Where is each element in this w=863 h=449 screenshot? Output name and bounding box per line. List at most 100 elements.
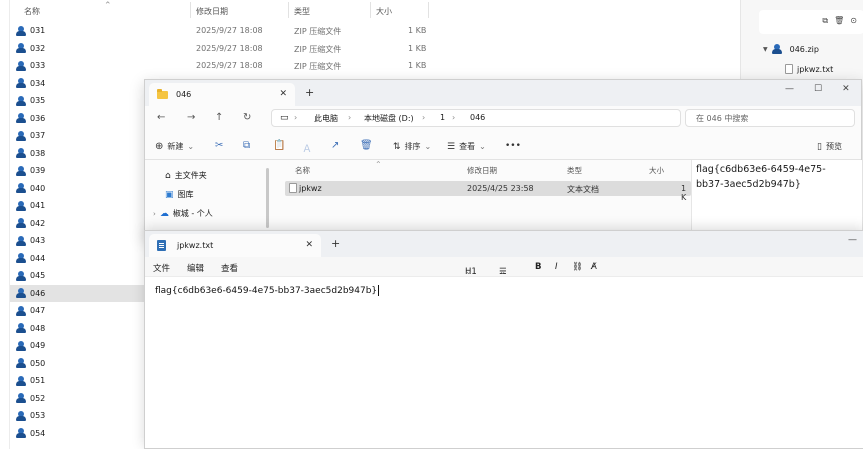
list-item[interactable]: 036 (10, 110, 145, 128)
tab-046[interactable]: 046 ✕ (149, 83, 295, 106)
user-folder-icon (16, 43, 26, 54)
chevron-right-icon[interactable]: › (153, 210, 156, 218)
list-item[interactable]: 040 (10, 180, 145, 198)
italic-button[interactable]: I (555, 262, 558, 272)
delete-icon[interactable]: 🗑 (834, 16, 844, 26)
breadcrumb-drive[interactable]: 本地磁盘 (D:) (364, 113, 414, 124)
list-item[interactable]: 052 (10, 390, 145, 408)
nav-home[interactable]: ⌂ 主文件夹 (165, 170, 207, 181)
back-icon[interactable]: ← (157, 112, 165, 123)
expand-caret-icon[interactable]: ▼ (763, 46, 768, 53)
copy-icon[interactable]: ⧉ (822, 16, 828, 26)
sort-caret-icon: ⌃ (375, 160, 382, 169)
user-folder-icon (16, 270, 26, 281)
maximize-icon[interactable]: ☐ (814, 84, 822, 94)
link-icon[interactable]: ⛓ (572, 262, 583, 272)
list-item-selected[interactable]: 046 (10, 284, 145, 302)
list-item[interactable]: 054 (10, 425, 145, 443)
new-button[interactable]: ⊕ 新建 ⌄ (155, 141, 194, 152)
list-item[interactable]: 051 (10, 372, 145, 390)
file-row-jpkwz[interactable]: jpkwz 2025/4/25 23:58 文本文档 1 K (285, 181, 691, 202)
tab-jpkwz-txt[interactable]: jpkwz.txt ✕ (149, 234, 321, 257)
chevron-right-icon: › (452, 113, 456, 122)
sort-button[interactable]: ⇅ 排序 ⌄ (393, 141, 431, 152)
scrollbar[interactable] (266, 168, 269, 228)
chevron-down-icon: ⌄ (424, 142, 432, 151)
chevron-down-icon: ⌄ (187, 142, 195, 151)
search-input[interactable]: 在 046 中搜索 (685, 109, 855, 127)
close-icon[interactable]: ✕ (305, 240, 313, 250)
text-caret (378, 285, 380, 296)
header-name[interactable]: 名称 (295, 165, 310, 176)
list-item[interactable]: 049 (10, 337, 145, 355)
header-size[interactable]: 大小 (649, 165, 664, 176)
breadcrumb-046[interactable]: 046 (470, 113, 485, 122)
list-item[interactable]: 031 (10, 22, 145, 40)
list-item[interactable]: 039 (10, 162, 145, 180)
paste-icon[interactable]: 📋 (273, 140, 285, 151)
gallery-icon: ▣ (165, 189, 174, 200)
list-item[interactable]: 034 (10, 75, 145, 93)
list-item[interactable]: 053 (10, 407, 145, 425)
new-tab-button[interactable]: + (331, 237, 340, 250)
list-item[interactable]: 045 (10, 267, 145, 285)
close-window-icon[interactable]: ✕ (842, 84, 850, 94)
header-type[interactable]: 类型 (567, 165, 582, 176)
up-icon[interactable]: ↑ (215, 112, 223, 123)
list-item[interactable]: 038 (10, 145, 145, 163)
user-folder-icon (16, 148, 26, 159)
plus-circle-icon: ⊕ (155, 141, 164, 152)
bg-header-date[interactable]: 修改日期 (196, 6, 228, 17)
nav-onedrive[interactable]: › ☁ 椒城 - 个人 (153, 208, 213, 219)
trash-icon[interactable]: 🗑 (360, 140, 373, 151)
tree-file-item[interactable]: jpkwz.txt (785, 64, 833, 74)
header-date[interactable]: 修改日期 (467, 165, 497, 176)
list-item[interactable]: 050 (10, 355, 145, 373)
left-edge (0, 0, 10, 449)
list-item[interactable]: 048 (10, 320, 145, 338)
minimize-icon[interactable]: — (848, 235, 857, 245)
close-icon[interactable]: ✕ (279, 89, 287, 99)
clear-format-icon[interactable]: A̸ (591, 262, 597, 272)
text-editor[interactable]: flag{c6db63e6-6459-4e75-bb37-3aec5d2b947… (155, 285, 380, 296)
bg-header-size[interactable]: 大小 (376, 6, 392, 17)
view-button[interactable]: ☰ 查看 ⌄ (447, 141, 486, 152)
list-item[interactable]: 032 (10, 40, 145, 58)
breadcrumb-this-pc[interactable]: 此电脑 (314, 113, 338, 124)
list-item[interactable]: 035 (10, 92, 145, 110)
preview-pane: flag{c6db63e6-6459-4e75- bb37-3aec5d2b94… (691, 160, 862, 240)
bg-header-type[interactable]: 类型 (294, 6, 310, 17)
more-icon[interactable]: ⊙ (850, 16, 857, 26)
preview-button[interactable]: ▯ 预览 (817, 141, 842, 152)
navigation-pane: ⌂ 主文件夹 ▣ 图库 › ☁ 椒城 - 个人 (145, 160, 269, 240)
cut-icon[interactable]: ✂ (215, 140, 223, 151)
notepad-titlebar: jpkwz.txt ✕ + — (145, 231, 863, 257)
address-bar[interactable]: ▭ › 此电脑 › 本地磁盘 (D:) › 1 › 046 (271, 109, 681, 127)
tree-folder-item[interactable]: ▼ 046.zip (763, 44, 819, 54)
minimize-icon[interactable]: — (785, 84, 794, 94)
list-item[interactable]: 042 (10, 215, 145, 233)
list-item[interactable]: 044 (10, 250, 145, 268)
copy-icon[interactable]: ⧉ (243, 140, 250, 151)
bg-header-name[interactable]: 名称 (24, 6, 40, 17)
list-item[interactable]: 037 (10, 127, 145, 145)
nav-gallery[interactable]: ▣ 图库 (165, 189, 194, 200)
menu-edit[interactable]: 编辑 (187, 262, 204, 274)
rename-icon[interactable]: Ａ (302, 140, 312, 155)
breadcrumb-1[interactable]: 1 (440, 113, 445, 122)
menu-view[interactable]: 查看 (221, 262, 238, 274)
explorer-toolbar: ⊕ 新建 ⌄ ✂ ⧉ 📋 Ａ ↗ 🗑 ⇅ 排序 ⌄ ☰ 查看 ⌄ ••• ▯ 预… (145, 132, 861, 160)
share-icon[interactable]: ↗ (331, 140, 339, 151)
new-tab-button[interactable]: + (305, 86, 314, 99)
forward-icon[interactable]: → (187, 112, 195, 123)
menu-file[interactable]: 文件 (153, 262, 170, 274)
list-item[interactable]: 047 (10, 302, 145, 320)
text-file-icon (785, 64, 793, 74)
bold-button[interactable]: B (535, 262, 541, 272)
view-icon: ☰ (447, 141, 456, 152)
more-options-button[interactable]: ••• (505, 141, 521, 151)
list-item[interactable]: 043 (10, 232, 145, 250)
list-item[interactable]: 033 (10, 57, 145, 75)
list-item[interactable]: 041 (10, 197, 145, 215)
refresh-icon[interactable]: ↻ (243, 112, 251, 123)
